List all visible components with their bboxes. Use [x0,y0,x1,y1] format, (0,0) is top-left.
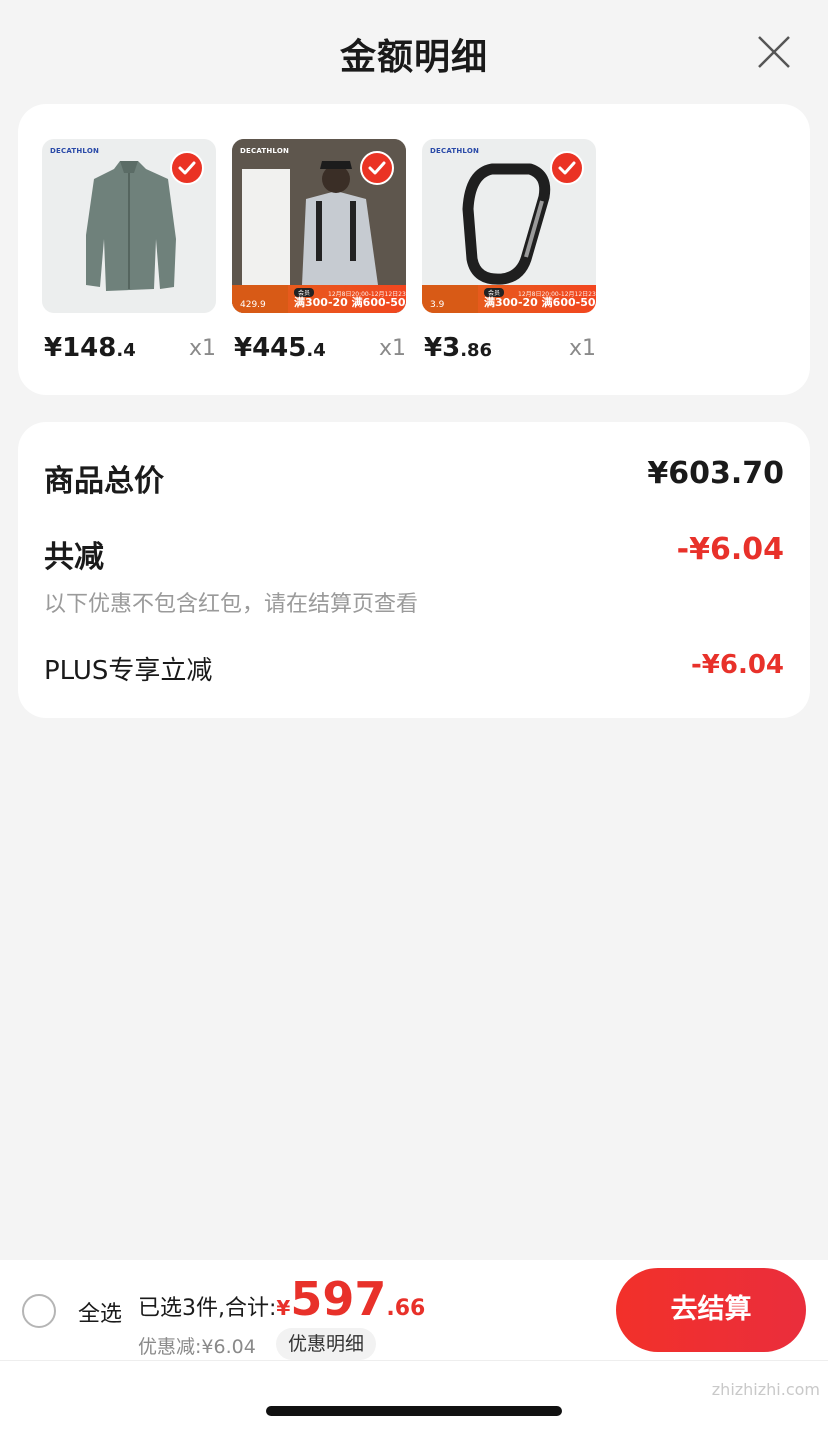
product-item[interactable]: DECATHLON 429.9 会员 12月8日20:00-12月12日23:5… [232,139,406,363]
promo-banner: 3.9 会员 12月8日20:00-12月12日23:59 满300-20 满6… [422,285,596,313]
product-quantity: x1 [568,336,596,361]
products-card: DECATHLON ¥148.4 x1 DECATHLON 429.9 会员 1… [18,104,810,395]
price-summary-card: 商品总价 ¥603.70 共减 -¥6.04 以下优惠不包含红包，请在结算页查看… [18,422,810,718]
checkout-button[interactable]: 去结算 [616,1268,806,1352]
product-item[interactable]: DECATHLON ¥148.4 x1 [42,139,216,363]
reduce-note: 以下优惠不包含红包，请在结算页查看 [44,592,419,617]
home-indicator[interactable] [266,1406,562,1416]
checkout-bar: 全选 已选3件,合计:¥597.66 优惠减:¥6.04 优惠明细 去结算 zh… [0,1260,828,1434]
total-summary: 已选3件,合计:¥597.66 [138,1272,426,1326]
selected-check-icon[interactable] [360,151,394,185]
total-reduce-label: 共减 [44,540,104,575]
selected-check-icon[interactable] [170,151,204,185]
product-price: ¥148.4 [44,333,136,363]
plus-discount-value: -¥6.04 [690,650,784,680]
brand-logo: DECATHLON [240,147,290,155]
close-icon[interactable] [756,34,792,70]
discount-detail-button[interactable]: 优惠明细 [276,1328,377,1360]
total-price-value: ¥603.70 [647,456,784,491]
product-item[interactable]: DECATHLON 3.9 会员 12月8日20:00-12月12日23:59 … [422,139,596,363]
watermark: zhizhizhi.com [711,1380,820,1399]
selected-check-icon[interactable] [550,151,584,185]
amount-detail-sheet: 金额明细 DECATHLON ¥148.4 x1 DECATHLON 429.9… [0,0,828,1260]
product-quantity: x1 [378,336,406,361]
page-title: 金额明细 [339,37,488,78]
discount-text: 优惠减:¥6.04 [138,1336,256,1358]
total-price-label: 商品总价 [44,464,164,499]
select-all-radio[interactable] [22,1294,56,1328]
product-price: ¥3.86 [424,333,493,363]
product-price: ¥445.4 [234,333,326,363]
plus-discount-label: PLUS专享立减 [44,656,213,686]
total-reduce-value: -¥6.04 [676,532,784,567]
product-image: DECATHLON [42,139,216,313]
product-quantity: x1 [188,336,216,361]
product-image: DECATHLON 429.9 会员 12月8日20:00-12月12日23:5… [232,139,406,313]
promo-banner: 429.9 会员 12月8日20:00-12月12日23:59 满300-20 … [232,285,406,313]
select-all-label[interactable]: 全选 [78,1296,122,1328]
divider [0,1360,828,1361]
product-image: DECATHLON 3.9 会员 12月8日20:00-12月12日23:59 … [422,139,596,313]
